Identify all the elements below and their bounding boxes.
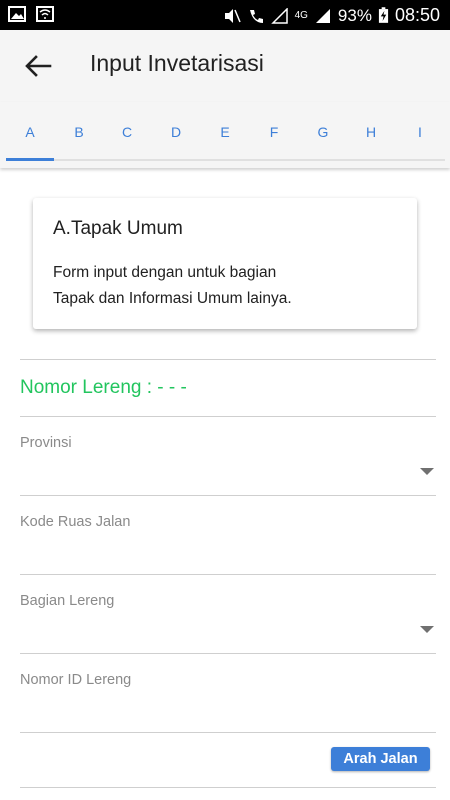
nomor-lereng-display: Nomor Lereng : - - - — [20, 377, 187, 398]
card-description-line-2: Tapak dan Informasi Umum lainya. — [53, 290, 292, 307]
battery-charging-icon — [378, 7, 389, 23]
divider — [20, 574, 436, 575]
tab-f[interactable]: F — [250, 124, 298, 140]
page-title: Input Invetarisasi — [90, 50, 264, 76]
divider — [20, 495, 436, 496]
dropdown-arrow-icon — [420, 626, 434, 633]
clock: 08:50 — [394, 5, 440, 25]
back-arrow-icon[interactable] — [22, 50, 54, 82]
divider — [20, 416, 436, 417]
kode-ruas-jalan-label: Kode Ruas Jalan — [20, 514, 131, 530]
divider — [20, 653, 436, 654]
signal-icon — [270, 7, 288, 24]
tab-i[interactable]: I — [396, 124, 444, 140]
dropdown-arrow-icon — [420, 468, 434, 475]
app-bar: Input Invetarisasi — [0, 30, 450, 102]
tab-b[interactable]: B — [55, 124, 103, 140]
provinsi-dropdown[interactable] — [20, 458, 436, 488]
tab-a[interactable]: A — [6, 124, 54, 140]
nomor-id-lereng-input[interactable] — [20, 696, 436, 726]
status-bar: 4G 93% 08:50 — [0, 0, 450, 30]
cast-notification-icon — [36, 6, 54, 22]
arah-jalan-button[interactable]: Arah Jalan — [331, 747, 430, 771]
divider — [20, 732, 436, 733]
signal-strength-icon — [315, 8, 330, 23]
tab-d[interactable]: D — [152, 124, 200, 140]
card-description-line-1: Form input dengan untuk bagian — [53, 264, 277, 281]
tab-bar: A B C D E F G H I — [0, 102, 450, 168]
network-type: 4G — [294, 10, 308, 21]
kode-ruas-jalan-input[interactable] — [20, 538, 436, 568]
tab-indicator — [6, 158, 54, 161]
section-info-card: A.Tapak Umum Form input dengan untuk bag… — [33, 198, 417, 329]
tab-divider — [6, 159, 445, 161]
card-description: Form input dengan untuk bagian Tapak dan… — [53, 260, 403, 312]
image-notification-icon — [8, 6, 26, 22]
divider — [20, 359, 436, 360]
battery-percent: 93% — [337, 5, 372, 25]
bagian-lereng-dropdown[interactable] — [20, 616, 436, 646]
nomor-id-lereng-label: Nomor ID Lereng — [20, 672, 132, 688]
bagian-lereng-label: Bagian Lereng — [20, 593, 115, 609]
call-icon — [249, 9, 263, 23]
tab-g[interactable]: G — [299, 124, 347, 140]
provinsi-label: Provinsi — [20, 435, 72, 451]
card-title: A.Tapak Umum — [53, 218, 183, 239]
mute-icon — [224, 8, 241, 23]
tab-e[interactable]: E — [201, 124, 249, 140]
tab-h[interactable]: H — [347, 124, 395, 140]
tab-c[interactable]: C — [103, 124, 151, 140]
divider — [20, 787, 436, 788]
